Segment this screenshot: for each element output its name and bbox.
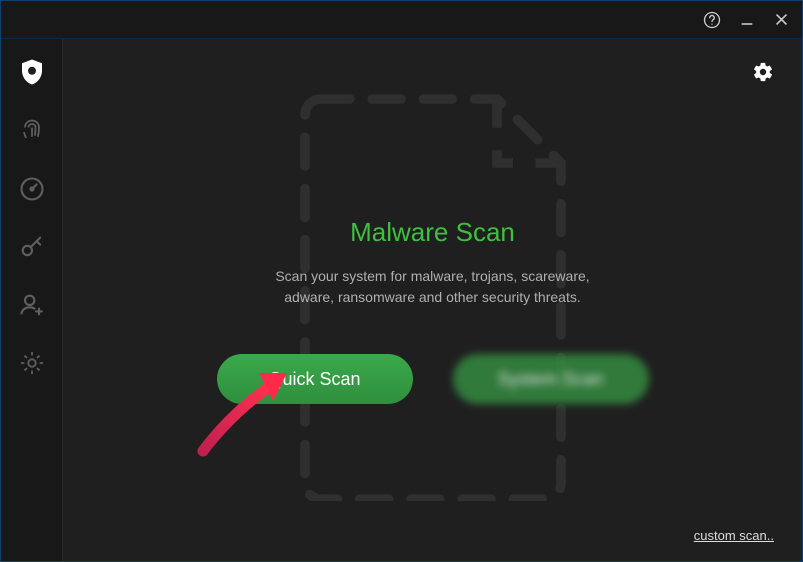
close-icon[interactable] xyxy=(773,11,790,28)
subtitle-line-1: Scan your system for malware, trojans, s… xyxy=(275,268,589,284)
main-container: Malware Scan Scan your system for malwar… xyxy=(1,39,802,561)
scan-buttons: Quick Scan System Scan xyxy=(217,354,649,404)
fingerprint-icon[interactable] xyxy=(18,117,46,145)
key-icon[interactable] xyxy=(18,233,46,261)
user-add-icon[interactable] xyxy=(18,291,46,319)
minimize-icon[interactable] xyxy=(739,12,755,28)
sidebar xyxy=(1,39,63,561)
custom-scan-link[interactable]: custom scan.. xyxy=(694,528,774,543)
content-panel: Malware Scan Scan your system for malwar… xyxy=(63,39,802,561)
titlebar xyxy=(1,1,802,39)
quick-scan-button[interactable]: Quick Scan xyxy=(217,354,413,404)
shield-icon[interactable] xyxy=(17,57,47,87)
help-icon[interactable] xyxy=(703,11,721,29)
subtitle-line-2: adware, ransomware and other security th… xyxy=(284,289,580,305)
page-subtitle: Scan your system for malware, trojans, s… xyxy=(275,266,589,308)
page-title: Malware Scan xyxy=(350,217,515,248)
speedometer-icon[interactable] xyxy=(18,175,46,203)
system-scan-button[interactable]: System Scan xyxy=(453,354,649,404)
gear-icon[interactable] xyxy=(18,349,46,377)
settings-gear-icon[interactable] xyxy=(752,61,774,88)
